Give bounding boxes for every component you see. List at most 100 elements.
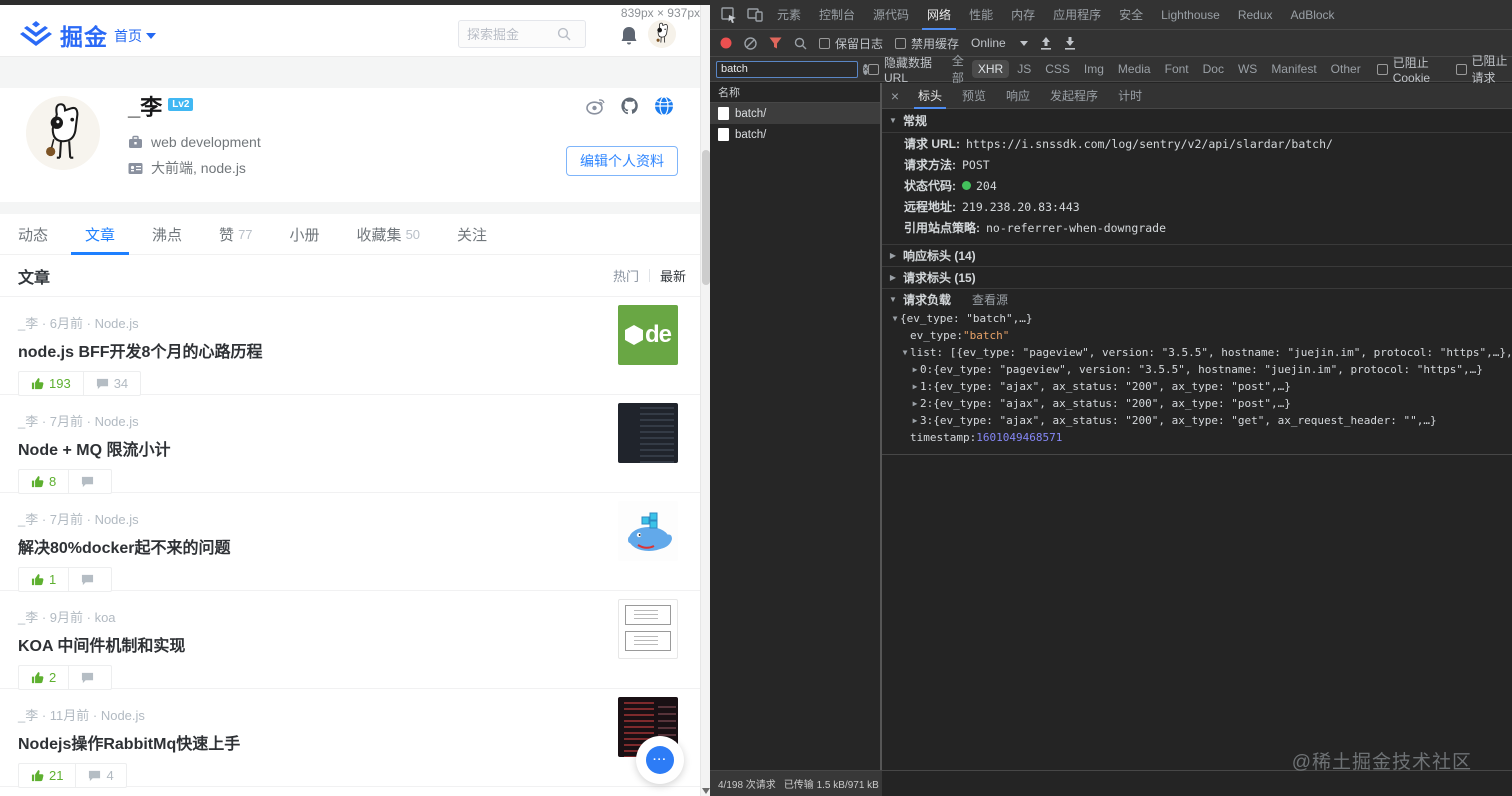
tab-dongtai[interactable]: 动态 — [18, 214, 48, 255]
devtools-tab-sources[interactable]: 源代码 — [864, 0, 918, 30]
filter-type-img[interactable]: Img — [1078, 60, 1110, 78]
preserve-log-checkbox[interactable]: 保留日志 — [819, 35, 883, 52]
nav-home[interactable]: 首页 — [114, 26, 156, 46]
github-icon[interactable] — [620, 96, 640, 116]
juejin-logo[interactable]: 掘金 — [20, 18, 108, 52]
comment-button[interactable] — [68, 665, 113, 690]
payload-list-item[interactable]: ▶ 3: {ev_type: "ajax", ax_status: "200", … — [882, 412, 1512, 429]
tab-guanzhu[interactable]: 关注 — [457, 214, 487, 255]
devtools-tab-performance[interactable]: 性能 — [960, 0, 1002, 30]
payload-root[interactable]: ▼ {ev_type: "batch",…} — [882, 310, 1512, 327]
comment-button[interactable] — [68, 469, 113, 494]
sort-hot[interactable]: 热门 — [613, 266, 639, 285]
page-scrollbar[interactable] — [700, 5, 710, 796]
devtools-tab-elements[interactable]: 元素 — [768, 0, 810, 30]
payload-list[interactable]: ▼ list: [{ev_type: "pageview", version: "… — [882, 344, 1512, 361]
devtools-tab-redux[interactable]: Redux — [1229, 0, 1282, 30]
hide-data-urls-checkbox[interactable]: 隐藏数据 URL — [868, 54, 936, 85]
article-row[interactable]: _李 · 11月前 · Node.js Nodejs操作RabbitMq快速上手… — [0, 689, 710, 788]
globe-icon[interactable] — [654, 96, 674, 116]
general-section-header[interactable]: ▼ 常规 — [882, 109, 1512, 133]
filter-funnel-icon[interactable] — [769, 37, 782, 49]
filter-type-doc[interactable]: Doc — [1197, 60, 1230, 78]
inspect-element-icon[interactable] — [716, 2, 742, 28]
comment-button[interactable] — [68, 567, 113, 592]
payload-list-item[interactable]: ▶ 2: {ev_type: "ajax", ax_status: "200", … — [882, 395, 1512, 412]
request-row[interactable]: batch/ — [710, 124, 880, 145]
devtools-tab-memory[interactable]: 内存 — [1002, 0, 1044, 30]
like-button[interactable]: 21 — [18, 763, 76, 788]
devtools-tab-console[interactable]: 控制台 — [810, 0, 864, 30]
filter-type-media[interactable]: Media — [1112, 60, 1157, 78]
like-button[interactable]: 2 — [18, 665, 69, 690]
profile-avatar[interactable] — [26, 96, 100, 170]
sort-new[interactable]: 最新 — [660, 266, 686, 285]
devtools-tab-lighthouse[interactable]: Lighthouse — [1152, 0, 1229, 30]
feedback-chat-button[interactable]: ··· — [636, 736, 684, 784]
tab-shoucangji[interactable]: 收藏集 50 — [357, 214, 420, 255]
payload-list-item[interactable]: ▶ 1: {ev_type: "ajax", ax_status: "200", … — [882, 378, 1512, 395]
detail-tab-preview[interactable]: 预览 — [952, 83, 996, 109]
record-button[interactable] — [720, 37, 732, 49]
comment-button[interactable]: 34 — [82, 371, 142, 396]
like-button[interactable]: 193 — [18, 371, 83, 396]
article-row[interactable]: _李 · 7月前 · Node.js Node + MQ 限流小计 8 — [0, 395, 710, 494]
filter-type-js[interactable]: JS — [1011, 60, 1037, 78]
devtools-tab-adblock[interactable]: AdBlock — [1282, 0, 1344, 30]
comment-button[interactable]: 4 — [75, 763, 127, 788]
notifications-bell-icon[interactable] — [619, 25, 639, 47]
filter-type-other[interactable]: Other — [1325, 60, 1367, 78]
edit-profile-button[interactable]: 编辑个人资料 — [566, 146, 678, 176]
filter-type-xhr[interactable]: XHR — [971, 60, 1010, 78]
search-requests-icon[interactable] — [794, 37, 807, 50]
search-icon[interactable] — [557, 27, 571, 41]
like-button[interactable]: 8 — [18, 469, 69, 494]
device-toolbar-icon[interactable] — [742, 2, 768, 28]
request-headers-section[interactable]: ▶ 请求标头 (15) — [882, 266, 1512, 288]
view-source-link[interactable]: 查看源 — [972, 291, 1008, 308]
article-title[interactable]: Nodejs操作RabbitMq快速上手 — [18, 730, 610, 754]
tab-zan[interactable]: 赞 77 — [219, 214, 252, 255]
throttling-select[interactable]: Online — [971, 36, 1028, 50]
blocked-requests-checkbox[interactable]: 已阻止请求 — [1455, 52, 1512, 86]
detail-tab-response[interactable]: 响应 — [996, 83, 1040, 109]
article-title[interactable]: node.js BFF开发8个月的心路历程 — [18, 338, 610, 362]
blocked-cookies-checkbox[interactable]: 已阻止 Cookie — [1376, 54, 1446, 85]
user-avatar-mini[interactable] — [648, 20, 676, 48]
scrollbar-thumb[interactable] — [702, 150, 710, 285]
filter-type-ws[interactable]: WS — [1232, 60, 1263, 78]
request-row[interactable]: batch/ — [710, 103, 880, 124]
request-list-name-header[interactable]: 名称 — [710, 83, 880, 103]
export-har-icon[interactable] — [1064, 36, 1076, 50]
tab-wenzhang[interactable]: 文章 — [71, 214, 130, 255]
close-icon[interactable]: × — [882, 88, 908, 104]
scrollbar-down-arrow[interactable] — [702, 788, 710, 794]
detail-tab-timing[interactable]: 计时 — [1108, 83, 1152, 109]
article-row[interactable]: _李 · 7月前 · Node.js 解决80%docker起不来的问题 1 — [0, 493, 710, 592]
tab-feidian[interactable]: 沸点 — [152, 214, 182, 255]
detail-tab-headers[interactable]: 标头 — [908, 83, 952, 109]
filter-type-manifest[interactable]: Manifest — [1265, 60, 1322, 78]
filter-input[interactable] — [721, 63, 863, 75]
devtools-tab-security[interactable]: 安全 — [1110, 0, 1152, 30]
payload-list-item[interactable]: ▶ 0: {ev_type: "pageview", version: "3.5.… — [882, 361, 1512, 378]
like-button[interactable]: 1 — [18, 567, 69, 592]
devtools-tab-network[interactable]: 网络 — [918, 0, 960, 30]
detail-tab-initiator[interactable]: 发起程序 — [1040, 83, 1108, 109]
filter-type-css[interactable]: CSS — [1039, 60, 1076, 78]
article-row[interactable]: _李 · 6月前 · Node.js node.js BFF开发8个月的心路历程… — [0, 297, 710, 396]
request-payload-section[interactable]: ▼ 请求负载 查看源 — [882, 288, 1512, 310]
filter-type-font[interactable]: Font — [1159, 60, 1195, 78]
import-har-icon[interactable] — [1040, 36, 1052, 50]
devtools-tab-application[interactable]: 应用程序 — [1044, 0, 1110, 30]
tab-xiaoce[interactable]: 小册 — [290, 214, 320, 255]
article-title[interactable]: KOA 中间件机制和实现 — [18, 632, 610, 656]
weibo-icon[interactable] — [586, 97, 606, 115]
search-input[interactable] — [467, 26, 557, 42]
article-row[interactable]: _李 · 9月前 · koa KOA 中间件机制和实现 2 — [0, 591, 710, 690]
article-title[interactable]: 解决80%docker起不来的问题 — [18, 534, 610, 558]
response-headers-section[interactable]: ▶ 响应标头 (14) — [882, 244, 1512, 266]
article-title[interactable]: Node + MQ 限流小计 — [18, 436, 610, 460]
disable-cache-checkbox[interactable]: 禁用缓存 — [895, 35, 959, 52]
clear-button[interactable] — [744, 36, 757, 50]
